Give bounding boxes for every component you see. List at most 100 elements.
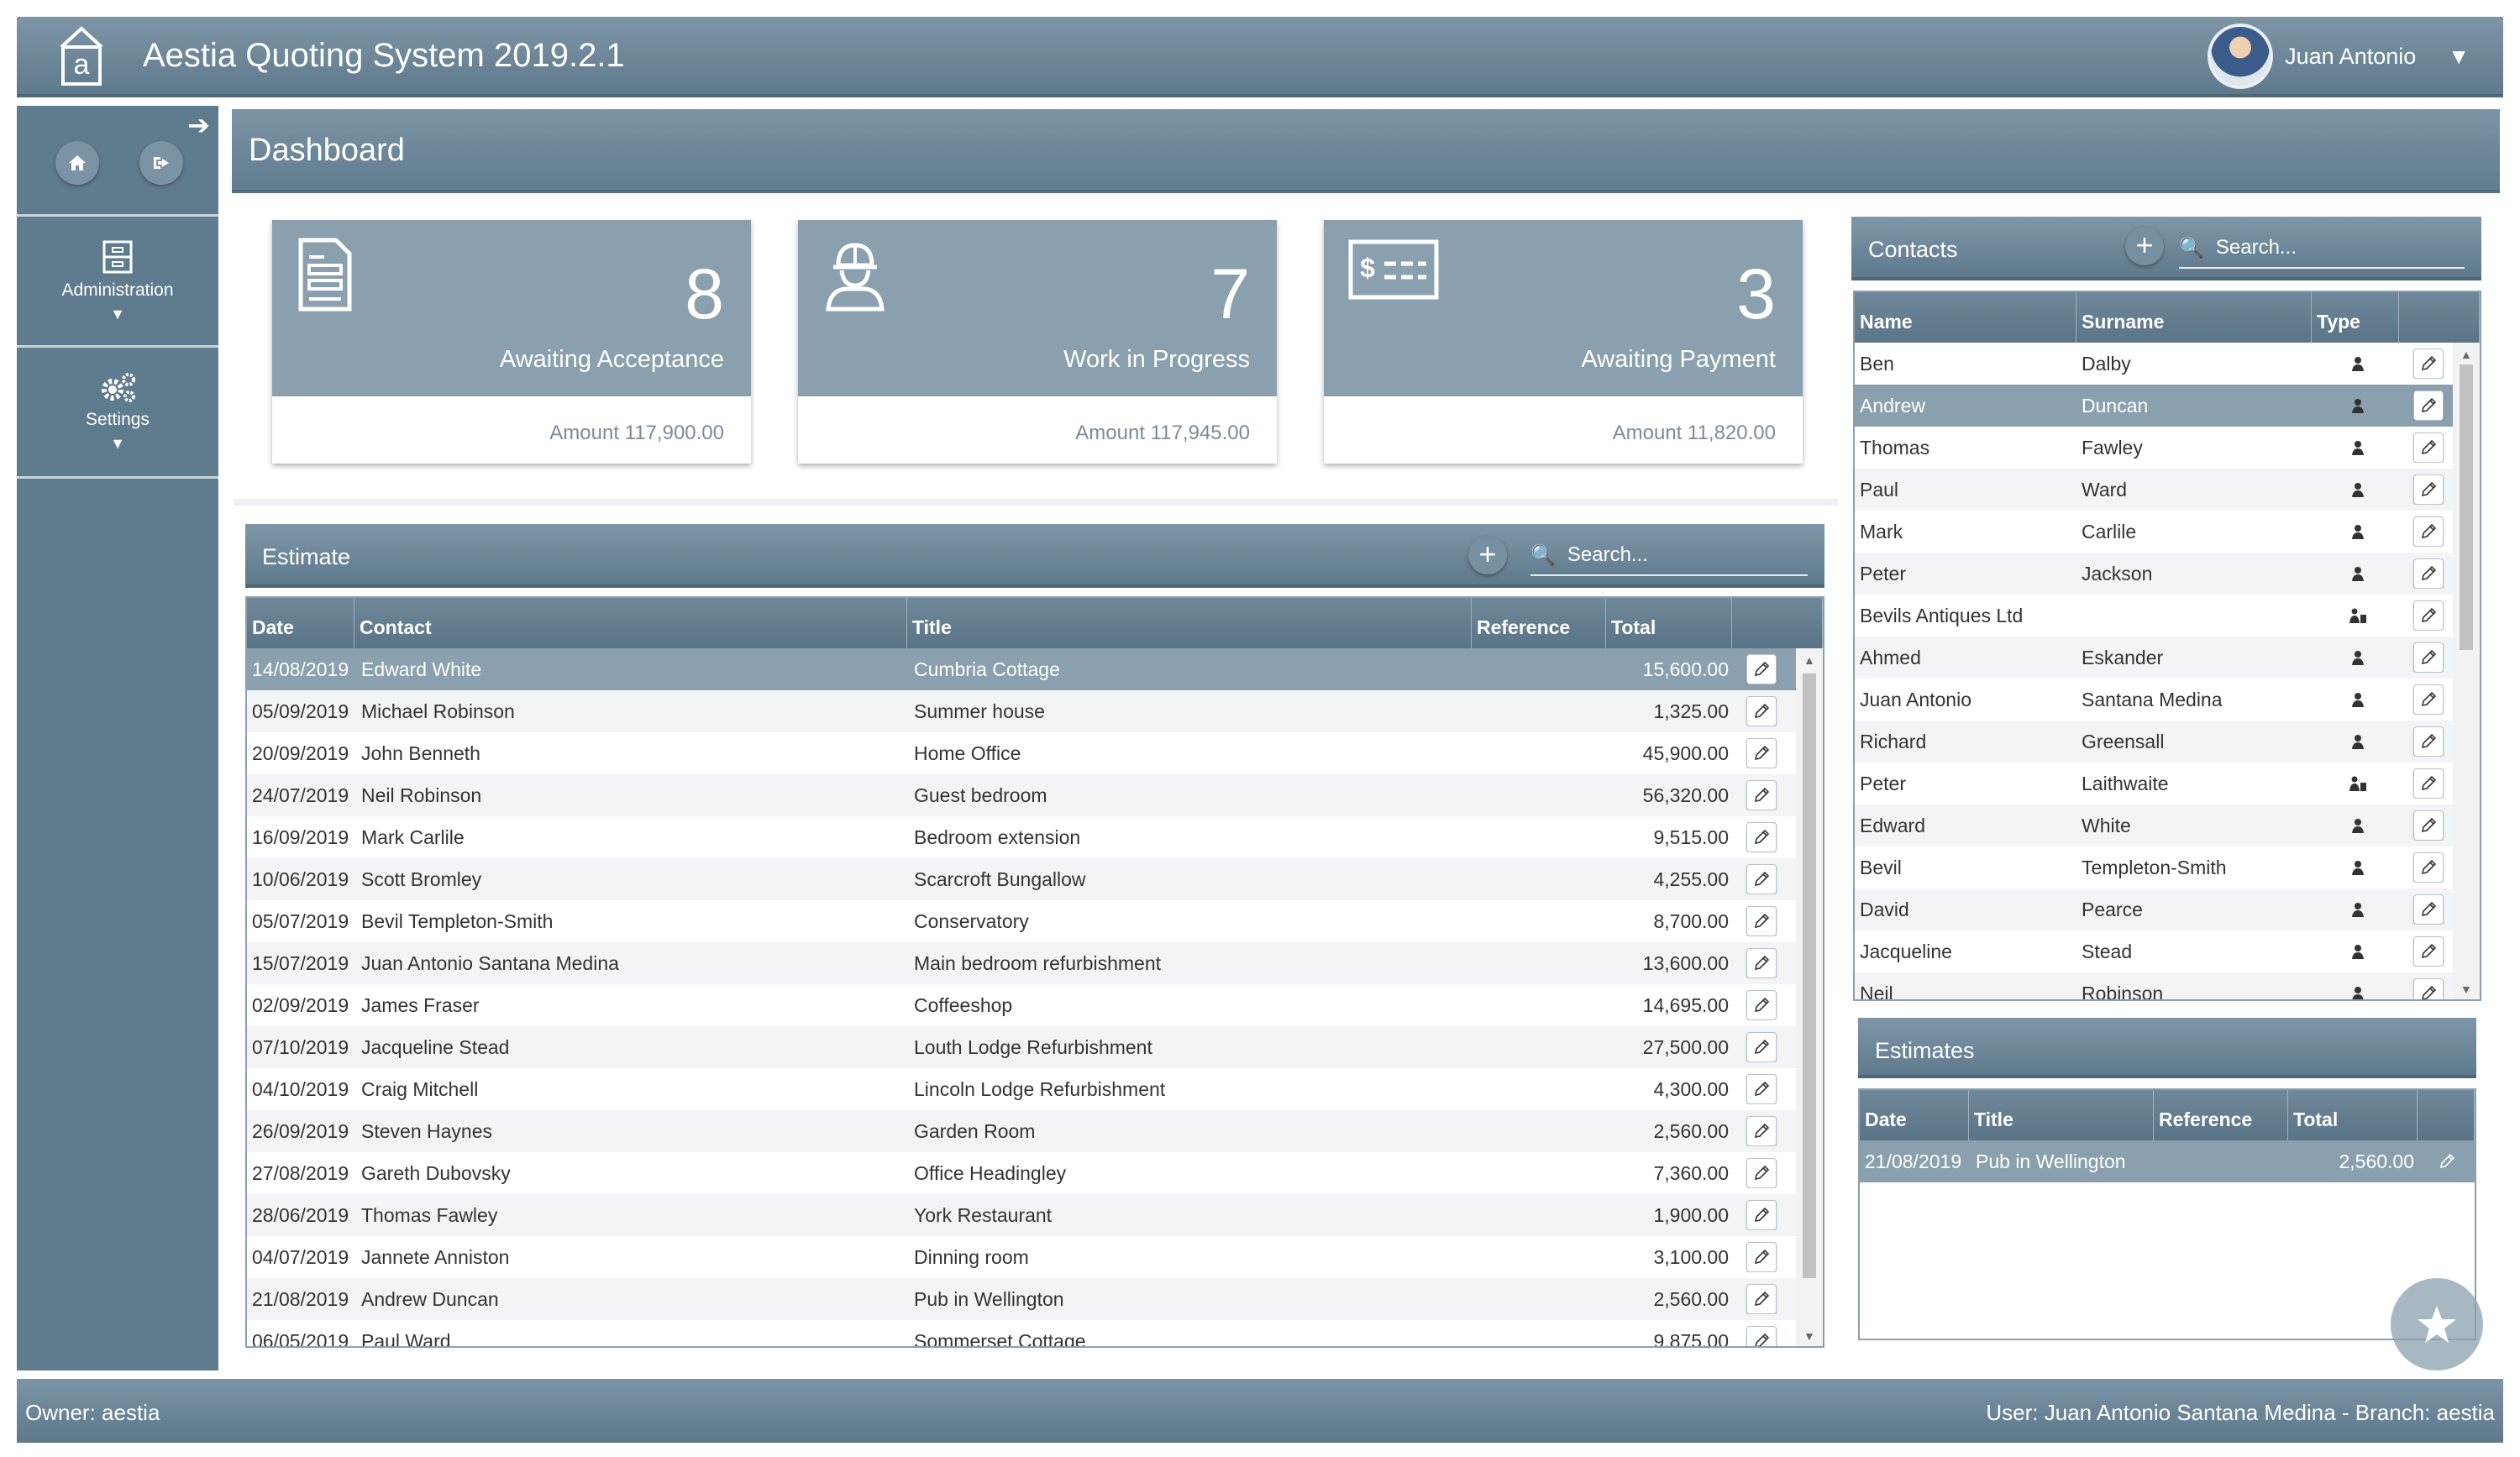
- table-row[interactable]: Ben Dalby: [1855, 343, 2480, 385]
- edit-button[interactable]: [1746, 696, 1777, 726]
- chevron-down-icon[interactable]: ▼: [2448, 44, 2470, 70]
- edit-button[interactable]: [1746, 822, 1777, 852]
- edit-button[interactable]: [2432, 1146, 2462, 1177]
- table-row[interactable]: Andrew Duncan: [1855, 385, 2480, 427]
- estimate-search[interactable]: 🔍: [1530, 536, 1808, 576]
- column-header[interactable]: Surname: [2076, 292, 2312, 343]
- search-input[interactable]: [1567, 543, 1786, 567]
- table-row[interactable]: 20/09/2019 John Benneth Home Office 45,900.…: [247, 732, 1823, 774]
- favorites-button[interactable]: [2391, 1278, 2483, 1371]
- table-row[interactable]: David Pearce: [1855, 888, 2480, 930]
- table-row[interactable]: Ahmed Eskander: [1855, 637, 2480, 679]
- edit-button[interactable]: [1746, 1284, 1777, 1314]
- logout-button[interactable]: [139, 141, 183, 185]
- scroll-up-icon[interactable]: ▲: [1803, 653, 1815, 667]
- edit-button[interactable]: [2413, 432, 2444, 463]
- edit-button[interactable]: [1746, 738, 1777, 768]
- user-name[interactable]: Juan Antonio: [2285, 44, 2416, 70]
- column-header[interactable]: Reference: [1472, 598, 1606, 648]
- contacts-search[interactable]: 🔍: [2179, 228, 2465, 269]
- aestia-logo-icon[interactable]: a: [52, 22, 111, 89]
- edit-button[interactable]: [2413, 600, 2444, 631]
- scroll-down-icon[interactable]: ▼: [1803, 1329, 1815, 1343]
- edit-button[interactable]: [2413, 474, 2444, 505]
- edit-button[interactable]: [2413, 852, 2444, 883]
- table-row[interactable]: Peter Jackson: [1855, 553, 2480, 595]
- edit-button[interactable]: [2413, 558, 2444, 589]
- edit-button[interactable]: [1746, 1158, 1777, 1188]
- column-header[interactable]: Total: [2288, 1090, 2418, 1140]
- table-row[interactable]: Thomas Fawley: [1855, 427, 2480, 469]
- sidebar-item-settings[interactable]: Settings ▼: [17, 348, 218, 479]
- edit-button[interactable]: [1746, 1074, 1777, 1104]
- edit-button[interactable]: [2413, 642, 2444, 673]
- table-row[interactable]: Peter Laithwaite: [1855, 763, 2480, 804]
- table-row[interactable]: 04/10/2019 Craig Mitchell Lincoln Lodge Re…: [247, 1068, 1823, 1110]
- edit-button[interactable]: [2413, 936, 2444, 967]
- table-row[interactable]: 26/09/2019 Steven Haynes Garden Room 2,560.…: [247, 1110, 1823, 1152]
- scroll-thumb[interactable]: [1803, 673, 1816, 1278]
- sidebar-item-administration[interactable]: Administration ▼: [17, 217, 218, 348]
- table-row[interactable]: 21/08/2019 Andrew Duncan Pub in Wellington…: [247, 1278, 1823, 1320]
- edit-button[interactable]: [1746, 654, 1777, 684]
- table-row[interactable]: Bevils Antiques Ltd: [1855, 595, 2480, 637]
- table-row[interactable]: 15/07/2019 Juan Antonio Santana Medina Mai…: [247, 942, 1823, 984]
- edit-button[interactable]: [2413, 684, 2444, 715]
- column-header[interactable]: Type: [2312, 292, 2399, 343]
- edit-button[interactable]: [2413, 810, 2444, 841]
- table-row[interactable]: 10/06/2019 Scott Bromley Scarcroft Bungall…: [247, 858, 1823, 900]
- table-row[interactable]: Richard Greensall: [1855, 721, 2480, 763]
- user-menu[interactable]: Juan Antonio ▼: [2208, 24, 2470, 89]
- table-row[interactable]: Jacqueline Stead: [1855, 930, 2480, 972]
- edit-button[interactable]: [2413, 978, 2444, 999]
- expand-arrow-icon[interactable]: ➔: [187, 109, 210, 141]
- scrollbar[interactable]: ▲ ▼: [2453, 343, 2480, 999]
- edit-button[interactable]: [1746, 864, 1777, 894]
- table-row[interactable]: Paul Ward: [1855, 469, 2480, 511]
- column-header[interactable]: Total: [1606, 598, 1732, 648]
- column-header[interactable]: Title: [1969, 1090, 2154, 1140]
- table-row[interactable]: Mark Carlile: [1855, 511, 2480, 553]
- table-row[interactable]: 16/09/2019 Mark Carlile Bedroom extension 9…: [247, 816, 1823, 858]
- edit-button[interactable]: [1746, 990, 1777, 1020]
- column-header[interactable]: Contact: [354, 598, 907, 648]
- table-row[interactable]: 24/07/2019 Neil Robinson Guest bedroom 56,3…: [247, 774, 1823, 816]
- table-row[interactable]: Edward White: [1855, 804, 2480, 846]
- edit-button[interactable]: [1746, 1242, 1777, 1272]
- card-awaiting-payment[interactable]: $ 3 Awaiting Payment Amount 11,820.00: [1324, 220, 1803, 464]
- edit-button[interactable]: [1746, 1326, 1777, 1346]
- table-row[interactable]: 04/07/2019 Jannete Anniston Dinning room 3,…: [247, 1236, 1823, 1278]
- card-work-in-progress[interactable]: 7 Work in Progress Amount 117,945.00: [798, 220, 1277, 464]
- table-row[interactable]: 27/08/2019 Gareth Dubovsky Office Headingl…: [247, 1152, 1823, 1194]
- edit-button[interactable]: [1746, 906, 1777, 936]
- table-row[interactable]: Bevil Templeton-Smith: [1855, 846, 2480, 888]
- table-row[interactable]: 05/09/2019 Michael Robinson Summer house 1,…: [247, 690, 1823, 732]
- edit-button[interactable]: [2413, 894, 2444, 925]
- add-contact-button[interactable]: +: [2125, 227, 2164, 265]
- avatar[interactable]: [2208, 24, 2274, 89]
- scroll-up-icon[interactable]: ▲: [2460, 348, 2472, 361]
- table-row[interactable]: 07/10/2019 Jacqueline Stead Louth Lodge Re…: [247, 1026, 1823, 1068]
- edit-button[interactable]: [1746, 1116, 1777, 1146]
- table-row[interactable]: 21/08/2019 Pub in Wellington 2,560.00: [1860, 1140, 2475, 1182]
- search-input[interactable]: [2215, 236, 2434, 259]
- edit-button[interactable]: [2413, 390, 2444, 421]
- card-awaiting-acceptance[interactable]: 8 Awaiting Acceptance Amount 117,900.00: [272, 220, 751, 464]
- edit-button[interactable]: [1746, 948, 1777, 978]
- edit-button[interactable]: [2413, 726, 2444, 757]
- column-header[interactable]: Title: [907, 598, 1472, 648]
- table-row[interactable]: 05/07/2019 Bevil Templeton-Smith Conservat…: [247, 900, 1823, 942]
- table-row[interactable]: 06/05/2019 Paul Ward Sommerset Cottage 9,87…: [247, 1320, 1823, 1346]
- scroll-thumb[interactable]: [2460, 364, 2473, 650]
- column-header[interactable]: Date: [1860, 1090, 1969, 1140]
- home-button[interactable]: [55, 141, 99, 185]
- column-header[interactable]: Name: [1855, 292, 2076, 343]
- scrollbar[interactable]: ▲ ▼: [1796, 648, 1823, 1346]
- edit-button[interactable]: [2413, 349, 2444, 379]
- edit-button[interactable]: [2413, 516, 2444, 547]
- table-row[interactable]: 02/09/2019 James Fraser Coffeeshop 14,695.0…: [247, 984, 1823, 1026]
- edit-button[interactable]: [1746, 1032, 1777, 1062]
- edit-button[interactable]: [1746, 780, 1777, 810]
- column-header[interactable]: Reference: [2154, 1090, 2288, 1140]
- table-row[interactable]: 28/06/2019 Thomas Fawley York Restaurant 1,…: [247, 1194, 1823, 1236]
